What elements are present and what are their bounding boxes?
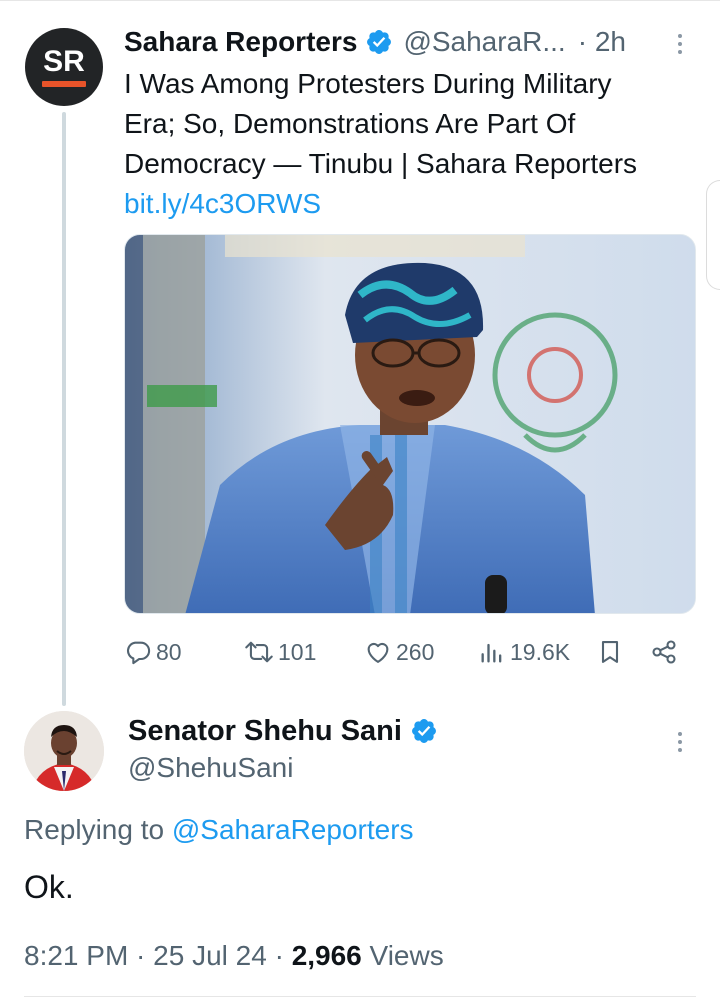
tweet-action-bar: 80 101 260 19.6K: [124, 632, 684, 672]
tweet-text-line: I Was Among Protesters During Military: [124, 68, 612, 99]
reply-author-handle[interactable]: @ShehuSani: [128, 750, 293, 786]
reply-tweet-text: Ok.: [24, 869, 74, 905]
replying-to-mention[interactable]: @SaharaReporters: [172, 814, 414, 845]
tweet-timestamp[interactable]: 8:21 PM · 25 Jul 24 ·: [24, 940, 292, 971]
replying-to-line: Replying to @SaharaReporters: [24, 812, 414, 848]
avatar-logo-bar: [42, 81, 86, 87]
reply-count: 80: [156, 638, 182, 665]
like-button[interactable]: 260: [364, 632, 434, 672]
tweet-metadata: 8:21 PM · 25 Jul 24 · 2,966 Views: [24, 938, 444, 974]
tweet-media-photo[interactable]: [124, 234, 696, 614]
bottom-divider: [24, 996, 696, 997]
views-total: 2,966: [291, 940, 362, 971]
views-count: 19.6K: [510, 638, 571, 665]
like-count: 260: [396, 638, 435, 665]
tweet-link[interactable]: bit.ly/4c3ORWS: [124, 184, 709, 224]
tweet-text-line: Era; So, Demonstrations Are Part Of: [124, 108, 576, 139]
bookmark-icon: [601, 641, 619, 663]
shehu-sani-avatar[interactable]: [24, 711, 104, 791]
parent-tweet-text: I Was Among Protesters During Military E…: [124, 64, 709, 224]
avatar-photo: [24, 711, 104, 791]
parent-tweet-header: Sahara Reporters @SaharaR... · 2h: [124, 24, 626, 60]
reply-button[interactable]: 80: [124, 632, 182, 672]
avatar-logo-text: SR: [43, 45, 85, 78]
views-label: Views: [361, 940, 444, 971]
repost-button[interactable]: 101: [244, 632, 316, 672]
tweet-time[interactable]: · 2h: [578, 26, 626, 58]
thread-connector-line: [62, 112, 66, 706]
reply-icon: [127, 641, 151, 665]
repost-icon: [245, 641, 273, 663]
replying-to-label: Replying to: [24, 814, 165, 845]
reply-author-row: Senator Shehu Sani: [128, 712, 438, 750]
more-options-icon[interactable]: [676, 732, 684, 752]
top-divider: [0, 0, 720, 6]
more-options-icon[interactable]: [676, 34, 684, 54]
author-handle[interactable]: @SaharaR...: [403, 26, 565, 58]
sahara-reporters-avatar[interactable]: SR: [25, 28, 103, 106]
views-icon: [481, 643, 502, 663]
like-icon: [367, 642, 389, 663]
verified-badge-icon: [367, 30, 392, 54]
photo-illustration: [125, 235, 695, 613]
share-icon: [652, 640, 676, 664]
verified-badge-icon: [411, 719, 436, 743]
tweet-text-line: Democracy — Tinubu | Sahara Reporters: [124, 148, 638, 179]
author-name[interactable]: Sahara Reporters: [124, 26, 357, 58]
bookmark-button[interactable]: [596, 632, 624, 672]
share-button[interactable]: [650, 632, 678, 672]
repost-count: 101: [278, 638, 317, 665]
reply-author-name[interactable]: Senator Shehu Sani: [128, 715, 402, 748]
views-button[interactable]: 19.6K: [478, 632, 570, 672]
